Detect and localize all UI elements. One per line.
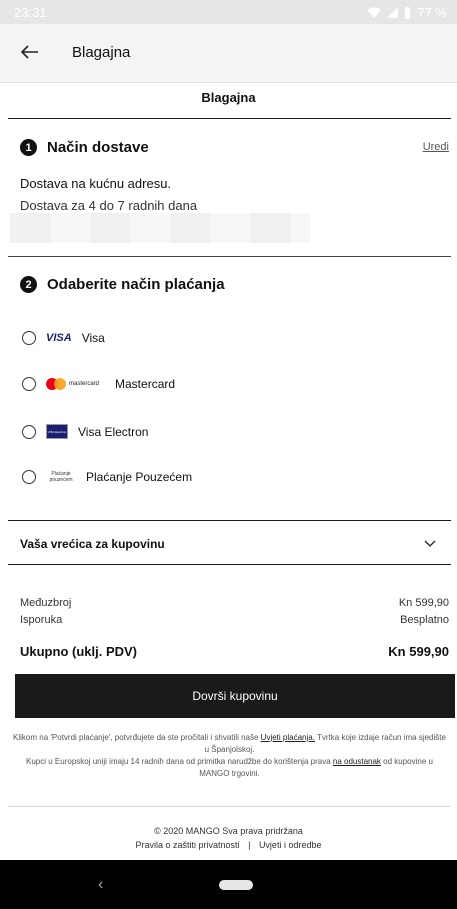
nav-home-pill-icon[interactable]	[219, 880, 253, 890]
subtotal-value: Kn 599,90	[398, 597, 449, 609]
payment-option-visa[interactable]: VISA Visa	[22, 331, 105, 345]
payment-title: Odaberite način plaćanja	[47, 276, 225, 293]
app-bar-title: Blagajna	[72, 44, 131, 61]
legal-text-part: Klikom na 'Potvrdi plaćanje', potvrđujet…	[13, 733, 259, 742]
mastercard-logo: mastercard	[46, 378, 99, 390]
legal-text-part: Kupci u Europskoj uniji imaju 14 radnih …	[26, 757, 331, 766]
payment-option-label: Visa	[81, 331, 105, 345]
step-number: 2	[20, 276, 37, 293]
shipping-value: Besplatno	[400, 614, 449, 626]
status-bar: 23:31 77 %	[0, 0, 457, 24]
cash-on-delivery-logo: Plaćanje pouzećem	[49, 471, 73, 483]
radio-button[interactable]	[22, 331, 36, 345]
status-icons: 77 %	[367, 5, 447, 20]
terms-link[interactable]: Uvjeti i odredbe	[259, 840, 322, 850]
radio-button[interactable]	[22, 470, 36, 484]
shipping-label: Isporuka	[20, 614, 63, 626]
step-number: 1	[20, 139, 37, 156]
delivery-section-title: 1 Način dostave	[20, 139, 149, 156]
copyright: © 2020 MANGO Sva prava pridržana	[154, 826, 303, 836]
footer-links: Pravila o zaštiti privatnosti | Uvjeti i…	[0, 840, 457, 850]
payment-option-label: Visa Electron	[78, 424, 149, 439]
visa-electron-logo: VISA Electron	[46, 424, 68, 439]
edit-delivery-link[interactable]: Uredi	[423, 141, 449, 153]
app-bar: Blagajna	[0, 24, 457, 83]
shipping-row: Isporuka Besplatno	[20, 614, 449, 626]
footer-separator: |	[248, 840, 251, 850]
signal-icon	[387, 7, 399, 18]
nav-back-icon[interactable]: ‹	[98, 876, 103, 894]
mastercard-circles-icon	[46, 378, 66, 390]
battery-level: 77 %	[417, 5, 447, 20]
system-nav-bar: ‹	[0, 860, 457, 909]
delivery-method: Dostava na kućnu adresu.	[20, 176, 172, 191]
battery-icon	[405, 6, 411, 19]
divider	[8, 520, 451, 521]
subtotal-row: Međuzbroj Kn 599,90	[20, 597, 449, 609]
payment-terms-link[interactable]: Uvjeti plaćanja.	[261, 733, 315, 742]
divider	[8, 564, 451, 565]
wifi-icon	[367, 7, 382, 18]
payment-option-cod[interactable]: Plaćanje pouzećem Plaćanje Pouzećem	[22, 470, 192, 484]
payment-option-label: Plaćanje Pouzećem	[86, 470, 193, 484]
back-arrow-icon[interactable]	[18, 40, 42, 64]
total-row: Ukupno (uklj. PDV) Kn 599,90	[20, 644, 449, 659]
divider	[8, 806, 451, 807]
payment-option-mastercard[interactable]: mastercard Mastercard	[22, 377, 175, 391]
complete-purchase-button[interactable]: Dovrši kupovinu	[15, 674, 455, 718]
chevron-down-icon[interactable]	[423, 539, 437, 549]
total-label: Ukupno (uklj. PDV)	[20, 644, 137, 659]
divider	[8, 256, 451, 257]
privacy-link[interactable]: Pravila o zaštiti privatnosti	[136, 840, 240, 850]
radio-button[interactable]	[22, 424, 36, 439]
status-time: 23:31	[14, 5, 47, 20]
blurred-address	[10, 213, 310, 243]
withdrawal-right-link[interactable]: na odustanak	[333, 757, 381, 766]
payment-option-visa-electron[interactable]: VISA Electron Visa Electron	[22, 424, 148, 439]
subtotal-label: Međuzbroj	[20, 597, 72, 609]
page-title: Blagajna	[201, 90, 256, 105]
shopping-bag-title[interactable]: Vaša vrećica za kupovinu	[20, 537, 165, 551]
total-value: Kn 599,90	[388, 644, 449, 659]
delivery-title: Način dostave	[47, 139, 149, 156]
payment-section-title: 2 Odaberite način plaćanja	[20, 276, 225, 293]
mastercard-wordmark: mastercard	[69, 381, 100, 387]
legal-text: Klikom na 'Potvrdi plaćanje', potvrđujet…	[12, 732, 447, 780]
divider	[8, 118, 451, 119]
payment-option-label: Mastercard	[115, 377, 176, 391]
visa-logo: VISA	[46, 332, 72, 344]
radio-button[interactable]	[22, 377, 36, 391]
delivery-time: Dostava za 4 do 7 radnih dana	[20, 198, 198, 213]
